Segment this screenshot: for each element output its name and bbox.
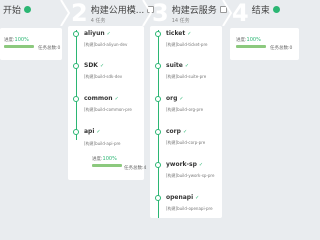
stage-title: 开始 <box>3 6 22 16</box>
success-dot-icon <box>24 6 32 13</box>
job-name[interactable]: SDK ✓ <box>84 62 104 69</box>
job-node <box>73 63 79 69</box>
check-icon: ✓ <box>182 129 188 135</box>
job-desc: [构建]build-ywork-sp-pre <box>166 173 215 178</box>
progress-bar-fill <box>92 164 122 167</box>
progress-bar-fill <box>236 45 266 48</box>
task-total: 任务总数:0 <box>270 46 293 51</box>
progress-percent: 100% <box>246 37 261 43</box>
stage-number: 2 <box>71 0 88 27</box>
pipeline-line <box>158 30 159 218</box>
job-desc: [构建]build-aliyun-dev <box>84 42 128 47</box>
stage-card-3: ticket ✓ [构建]build-ticket-pre suite ✓ [构建]… <box>150 26 222 218</box>
progress-bar-fill <box>4 45 34 48</box>
job-desc: [构建]build-sdk-dev <box>84 74 123 79</box>
job-name[interactable]: api ✓ <box>84 128 101 135</box>
job-node <box>155 195 161 201</box>
job-node <box>73 129 79 135</box>
stage-card-2: aliyun ✓ [构建]build-aliyun-dev SDK ✓ [构建]bu… <box>68 26 147 180</box>
pipeline-line <box>76 30 77 140</box>
job-desc: [构建]build-common-pre <box>84 107 132 112</box>
check-icon: ✓ <box>195 195 200 201</box>
job-name[interactable]: suite ✓ <box>166 62 189 69</box>
job-desc: [构建]build-ticket-pre <box>166 42 208 47</box>
success-dot-icon <box>272 6 280 13</box>
progress-bar <box>4 45 34 48</box>
check-icon: ✓ <box>198 162 204 168</box>
progress-label: 进度: <box>4 38 15 43</box>
job-desc: [构建]build-corp-pre <box>166 140 206 145</box>
job-node <box>73 31 79 37</box>
job-desc: [构建]build-suite-pre <box>166 74 207 79</box>
job-node <box>155 129 161 135</box>
stage-card-4: 进度: 100% 任务总数:0 <box>230 28 299 60</box>
job-name[interactable]: common ✓ <box>84 95 119 102</box>
job-name[interactable]: org ✓ <box>166 95 184 102</box>
stage-header-1[interactable]: 开始 <box>3 0 32 26</box>
progress-bar <box>92 164 122 167</box>
check-icon: ✓ <box>106 31 111 37</box>
job-desc: [构建]build-api-pre <box>84 141 121 146</box>
job-name[interactable]: ticket ✓ <box>166 30 191 37</box>
stage-title: 构建云服务 <box>171 6 217 16</box>
check-icon: ✓ <box>114 96 119 102</box>
check-icon: ✓ <box>99 63 105 69</box>
job-desc: [构建]build-org-pre <box>166 107 204 112</box>
job-node <box>155 96 161 102</box>
chevron-right-icon <box>60 0 70 26</box>
job-node <box>155 162 161 168</box>
progress-label: 进度: <box>236 38 247 43</box>
chevron-right-icon <box>142 0 152 26</box>
task-total: 任务总数:0 <box>38 46 61 51</box>
progress-percent: 100% <box>102 156 117 162</box>
stage-card-1: 进度: 100% 任务总数:0 <box>0 28 62 60</box>
stage-title: 构建公用模... <box>90 6 145 16</box>
chevron-right-icon <box>222 0 232 26</box>
job-desc: [构建]build-openapi-pre <box>166 206 213 211</box>
check-icon: ✓ <box>187 31 192 37</box>
progress-bar <box>236 45 266 48</box>
job-name[interactable]: ywork-sp ✓ <box>166 161 203 168</box>
check-icon: ✓ <box>96 129 101 135</box>
job-node <box>155 63 161 69</box>
task-total: 任务总数:4 <box>124 166 147 171</box>
stage-number: 4 <box>232 0 249 27</box>
check-icon: ✓ <box>184 63 190 69</box>
job-name[interactable]: openapi ✓ <box>166 194 199 201</box>
job-node <box>155 31 161 37</box>
stage-header-4[interactable]: 4 结束 <box>232 0 280 26</box>
stage-task-count: 14 任务 <box>171 18 190 24</box>
progress-percent: 100% <box>14 37 29 43</box>
job-node <box>73 96 79 102</box>
check-icon: ✓ <box>179 96 184 102</box>
stage-title: 结束 <box>251 6 270 16</box>
progress-label: 进度: <box>92 157 103 162</box>
job-name[interactable]: aliyun ✓ <box>84 30 111 37</box>
job-name[interactable]: corp ✓ <box>166 128 187 135</box>
stage-number: 3 <box>152 0 169 27</box>
stage-header-3[interactable]: 3 构建云服务 14 任务 <box>152 0 227 26</box>
